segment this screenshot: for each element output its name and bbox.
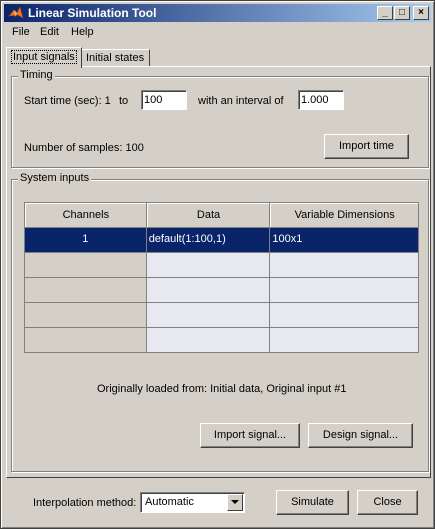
- table-cell-data[interactable]: [146, 253, 270, 277]
- number-of-samples-label: Number of samples: 100: [24, 142, 144, 154]
- table-cell-dimensions[interactable]: [270, 303, 418, 327]
- input-signals-table: Channels Data Variable Dimensions 1 defa…: [24, 202, 419, 353]
- interpolation-method-label: Interpolation method:: [33, 497, 137, 509]
- title-bar[interactable]: Linear Simulation Tool _ □ ×: [4, 4, 431, 22]
- timing-group-label: Timing: [18, 69, 55, 81]
- table-cell-channel[interactable]: [25, 328, 146, 352]
- tab-initial-states[interactable]: Initial states: [80, 49, 151, 67]
- chevron-down-icon[interactable]: [227, 494, 243, 511]
- tab-input-signals[interactable]: Input signals: [6, 47, 82, 68]
- simulate-button[interactable]: Simulate: [276, 490, 349, 515]
- tab-initial-states-label: Initial states: [86, 52, 145, 64]
- table-cell-data[interactable]: [146, 303, 270, 327]
- tab-input-signals-label: Input signals: [11, 50, 77, 64]
- menu-edit[interactable]: Edit: [40, 26, 59, 38]
- table-row[interactable]: 1 default(1:100,1) 100x1: [25, 228, 418, 253]
- menu-help[interactable]: Help: [71, 26, 94, 38]
- column-header-channels[interactable]: Channels: [25, 203, 146, 227]
- interpolation-method-dropdown[interactable]: Automatic: [140, 492, 245, 513]
- table-cell-channel[interactable]: [25, 278, 146, 302]
- matlab-logo-icon: [8, 6, 24, 19]
- table-row[interactable]: [25, 278, 418, 303]
- maximize-button[interactable]: □: [394, 6, 410, 20]
- end-time-field[interactable]: 100: [141, 90, 187, 110]
- interval-field[interactable]: 1.000: [298, 90, 344, 110]
- import-time-button[interactable]: Import time: [324, 134, 409, 159]
- window-title: Linear Simulation Tool: [28, 6, 157, 20]
- column-header-variable-dimensions[interactable]: Variable Dimensions: [270, 203, 418, 227]
- interval-label: with an interval of: [198, 95, 284, 107]
- table-cell-dimensions[interactable]: 100x1: [270, 228, 418, 252]
- table-cell-data[interactable]: default(1:100,1): [146, 228, 270, 252]
- table-cell-channel[interactable]: [25, 303, 146, 327]
- close-button[interactable]: Close: [357, 490, 418, 515]
- minimize-button[interactable]: _: [377, 6, 393, 20]
- to-label: to: [119, 95, 129, 107]
- system-inputs-group-label: System inputs: [18, 172, 92, 184]
- linear-simulation-window: Linear Simulation Tool _ □ × File Edit H…: [0, 0, 435, 529]
- import-signal-button[interactable]: Import signal...: [200, 423, 300, 448]
- table-cell-data[interactable]: [146, 278, 270, 302]
- originally-loaded-label: Originally loaded from: Initial data, Or…: [97, 383, 347, 395]
- menu-bar: File Edit Help: [4, 23, 431, 42]
- menu-file[interactable]: File: [12, 26, 30, 38]
- start-time-label: Start time (sec): 1: [24, 95, 111, 107]
- column-header-data[interactable]: Data: [146, 203, 270, 227]
- interpolation-method-value: Automatic: [145, 496, 194, 508]
- table-cell-dimensions[interactable]: [270, 253, 418, 277]
- table-row[interactable]: [25, 303, 418, 328]
- table-cell-data[interactable]: [146, 328, 270, 352]
- table-cell-dimensions[interactable]: [270, 328, 418, 352]
- table-cell-dimensions[interactable]: [270, 278, 418, 302]
- design-signal-button[interactable]: Design signal...: [308, 423, 413, 448]
- table-cell-channel[interactable]: 1: [25, 228, 146, 252]
- table-cell-channel[interactable]: [25, 253, 146, 277]
- table-row[interactable]: [25, 253, 418, 278]
- table-header-row: Channels Data Variable Dimensions: [25, 203, 418, 228]
- table-row[interactable]: [25, 328, 418, 352]
- close-window-button[interactable]: ×: [413, 6, 429, 20]
